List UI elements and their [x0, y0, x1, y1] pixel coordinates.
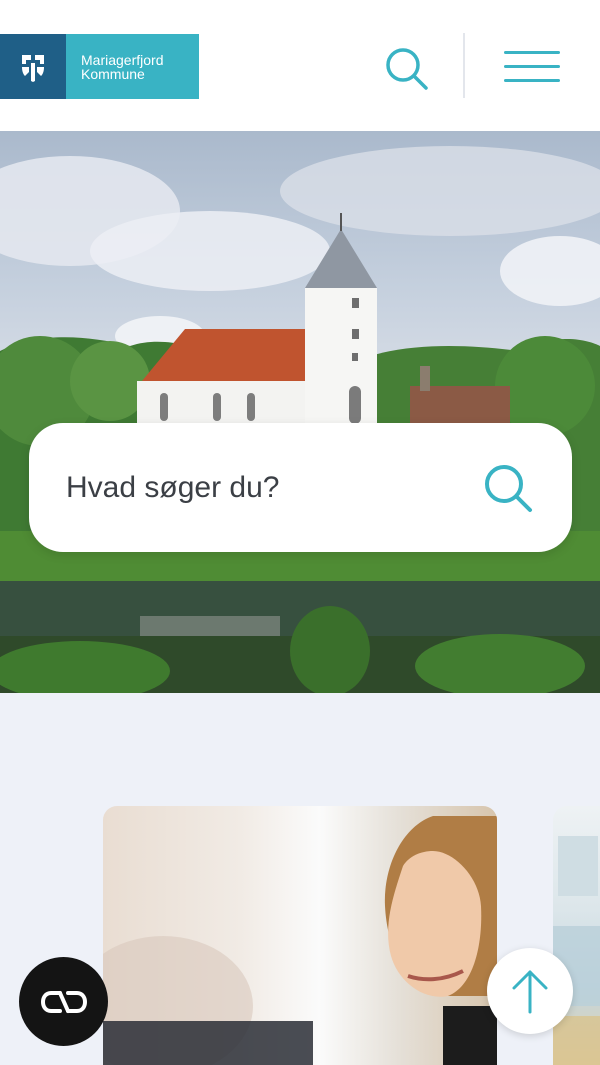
site-header: Mariagerfjord Kommune	[0, 0, 600, 131]
next-card[interactable]	[553, 806, 600, 1065]
hero-section	[0, 131, 600, 693]
header-search-button[interactable]	[378, 42, 434, 94]
hero-search-box[interactable]: Hvad søger du?	[29, 423, 572, 552]
header-divider	[463, 33, 465, 98]
site-logo[interactable]: Mariagerfjord Kommune	[0, 34, 199, 99]
scroll-to-top-button[interactable]	[487, 948, 573, 1034]
municipality-crest-icon	[0, 34, 66, 99]
office-interior-photo	[553, 836, 600, 1065]
cookie-consent-icon	[40, 990, 87, 1013]
search-submit-button[interactable]	[481, 461, 535, 515]
logo-line-2: Kommune	[81, 65, 145, 82]
featured-card[interactable]	[103, 806, 497, 1065]
search-input[interactable]: Hvad søger du?	[66, 471, 279, 505]
search-icon	[386, 48, 428, 90]
church-landscape-photo	[0, 146, 600, 693]
logo-text: Mariagerfjord Kommune	[66, 34, 199, 99]
logo-line-1: Mariagerfjord	[81, 51, 164, 68]
woman-smiling-photo	[103, 816, 497, 1065]
hamburger-menu-icon[interactable]	[498, 42, 566, 92]
cookie-consent-button[interactable]	[19, 957, 108, 1046]
search-icon	[485, 465, 532, 512]
arrow-up-icon	[512, 970, 548, 1014]
